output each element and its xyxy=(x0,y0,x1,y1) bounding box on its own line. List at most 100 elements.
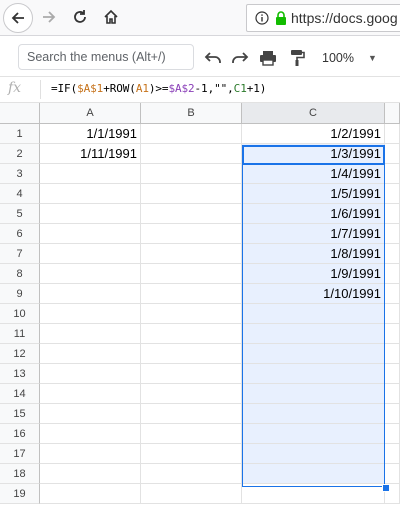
cell-b6[interactable] xyxy=(141,224,242,244)
cell-a4[interactable] xyxy=(40,184,141,204)
row-header[interactable]: 18 xyxy=(0,464,40,484)
cell-d16[interactable] xyxy=(385,424,400,444)
cell-a10[interactable] xyxy=(40,304,141,324)
cell-c13[interactable] xyxy=(242,364,385,384)
cell-b17[interactable] xyxy=(141,444,242,464)
cell-a9[interactable] xyxy=(40,284,141,304)
undo-button[interactable] xyxy=(202,47,224,69)
cell-d14[interactable] xyxy=(385,384,400,404)
cell-c17[interactable] xyxy=(242,444,385,464)
cell-a13[interactable] xyxy=(40,364,141,384)
cell-d12[interactable] xyxy=(385,344,400,364)
cell-b9[interactable] xyxy=(141,284,242,304)
cell-a19[interactable] xyxy=(40,484,141,504)
cell-c18[interactable] xyxy=(242,464,385,484)
cell-c16[interactable] xyxy=(242,424,385,444)
back-button[interactable] xyxy=(3,3,33,33)
column-header-b[interactable]: B xyxy=(141,103,242,124)
search-menus-input[interactable]: Search the menus (Alt+/) xyxy=(18,44,194,70)
row-header[interactable]: 13 xyxy=(0,364,40,384)
row-header[interactable]: 6 xyxy=(0,224,40,244)
reload-button[interactable] xyxy=(67,4,93,30)
cell-c2[interactable]: 1/3/1991 xyxy=(242,144,385,164)
cell-b7[interactable] xyxy=(141,244,242,264)
row-header[interactable]: 11 xyxy=(0,324,40,344)
forward-button[interactable] xyxy=(36,4,62,30)
cell-b19[interactable] xyxy=(141,484,242,504)
column-header-a[interactable]: A xyxy=(40,103,141,124)
row-header[interactable]: 8 xyxy=(0,264,40,284)
row-header[interactable]: 2 xyxy=(0,144,40,164)
cell-c15[interactable] xyxy=(242,404,385,424)
cell-d8[interactable] xyxy=(385,264,400,284)
cell-a18[interactable] xyxy=(40,464,141,484)
cell-b13[interactable] xyxy=(141,364,242,384)
cell-d18[interactable] xyxy=(385,464,400,484)
spreadsheet-grid[interactable]: A B C 1 1/1/1991 1/2/1991 2 1/11/1991 1/3/1991 3 1… xyxy=(0,103,400,507)
cell-a1[interactable]: 1/1/1991 xyxy=(40,124,141,144)
cell-d2[interactable] xyxy=(385,144,400,164)
cell-a17[interactable] xyxy=(40,444,141,464)
zoom-select[interactable]: 100% ▼ xyxy=(322,47,386,69)
cell-b12[interactable] xyxy=(141,344,242,364)
row-header[interactable]: 7 xyxy=(0,244,40,264)
cell-c7[interactable]: 1/8/1991 xyxy=(242,244,385,264)
formula-input[interactable]: =IF($A$1+ROW(A1)>=$A$2-1,"",C1+1) xyxy=(51,82,266,95)
cell-b11[interactable] xyxy=(141,324,242,344)
cell-d13[interactable] xyxy=(385,364,400,384)
redo-button[interactable] xyxy=(229,47,251,69)
column-header-c[interactable]: C xyxy=(242,103,385,124)
cell-c14[interactable] xyxy=(242,384,385,404)
cell-b16[interactable] xyxy=(141,424,242,444)
cell-d15[interactable] xyxy=(385,404,400,424)
cell-c5[interactable]: 1/6/1991 xyxy=(242,204,385,224)
cell-b18[interactable] xyxy=(141,464,242,484)
cell-b15[interactable] xyxy=(141,404,242,424)
cell-b4[interactable] xyxy=(141,184,242,204)
row-header[interactable]: 9 xyxy=(0,284,40,304)
cell-b14[interactable] xyxy=(141,384,242,404)
row-header[interactable]: 15 xyxy=(0,404,40,424)
cell-c11[interactable] xyxy=(242,324,385,344)
cell-d17[interactable] xyxy=(385,444,400,464)
row-header[interactable]: 19 xyxy=(0,484,40,504)
paint-format-button[interactable] xyxy=(286,47,308,69)
cell-d6[interactable] xyxy=(385,224,400,244)
cell-a5[interactable] xyxy=(40,204,141,224)
cell-c12[interactable] xyxy=(242,344,385,364)
cell-c19[interactable] xyxy=(242,484,385,504)
cell-d11[interactable] xyxy=(385,324,400,344)
cell-a2[interactable]: 1/11/1991 xyxy=(40,144,141,164)
cell-a7[interactable] xyxy=(40,244,141,264)
column-header-d[interactable] xyxy=(385,103,400,124)
cell-a15[interactable] xyxy=(40,404,141,424)
cell-b3[interactable] xyxy=(141,164,242,184)
print-button[interactable] xyxy=(257,47,279,69)
cell-b2[interactable] xyxy=(141,144,242,164)
cell-d5[interactable] xyxy=(385,204,400,224)
cell-a6[interactable] xyxy=(40,224,141,244)
cell-a8[interactable] xyxy=(40,264,141,284)
home-button[interactable] xyxy=(98,4,124,30)
cell-d7[interactable] xyxy=(385,244,400,264)
cell-d9[interactable] xyxy=(385,284,400,304)
cell-c10[interactable] xyxy=(242,304,385,324)
row-header[interactable]: 4 xyxy=(0,184,40,204)
cell-d1[interactable] xyxy=(385,124,400,144)
cell-b1[interactable] xyxy=(141,124,242,144)
cell-c8[interactable]: 1/9/1991 xyxy=(242,264,385,284)
fill-handle[interactable] xyxy=(382,484,390,492)
cell-c3[interactable]: 1/4/1991 xyxy=(242,164,385,184)
cell-b5[interactable] xyxy=(141,204,242,224)
cell-d4[interactable] xyxy=(385,184,400,204)
cell-a11[interactable] xyxy=(40,324,141,344)
cell-a12[interactable] xyxy=(40,344,141,364)
row-header[interactable]: 17 xyxy=(0,444,40,464)
row-header[interactable]: 14 xyxy=(0,384,40,404)
row-header[interactable]: 1 xyxy=(0,124,40,144)
cell-b10[interactable] xyxy=(141,304,242,324)
cell-c1[interactable]: 1/2/1991 xyxy=(242,124,385,144)
cell-c6[interactable]: 1/7/1991 xyxy=(242,224,385,244)
row-header[interactable]: 16 xyxy=(0,424,40,444)
cell-d3[interactable] xyxy=(385,164,400,184)
